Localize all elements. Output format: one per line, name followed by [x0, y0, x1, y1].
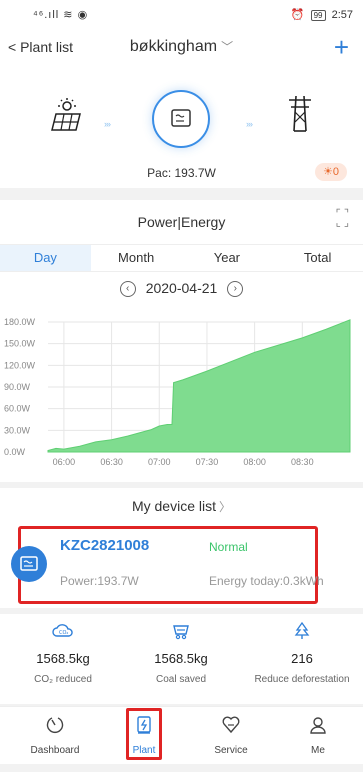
tab-dashboard[interactable]: Dashboard: [20, 715, 90, 756]
tab-me[interactable]: Me: [283, 715, 353, 756]
device-list-title[interactable]: My device list 〉: [0, 498, 363, 515]
battery-icon: 99: [310, 10, 326, 21]
energy-flow-panel: ››› ››› Pac: 193.7W ☀0: [0, 68, 363, 188]
inverter-icon: [171, 109, 191, 127]
stat-deforestation: 216 Reduce deforestation: [252, 614, 352, 685]
device-list-title-text: My device list: [131, 498, 216, 514]
flow-arrow-icon: ›››: [246, 119, 253, 129]
next-date-button[interactable]: ›: [227, 281, 244, 298]
coal-label: Coal saved: [155, 674, 207, 685]
stat-co2: CO₂ 1568.5kg CO₂ reduced: [13, 614, 113, 685]
previous-date-button[interactable]: ‹: [119, 281, 136, 298]
tab-month[interactable]: Month: [91, 245, 182, 271]
environment-stats: CO₂ 1568.5kg CO₂ reduced 1568.5kg Coal s…: [0, 614, 363, 704]
co2-cloud-icon: CO₂: [13, 622, 113, 642]
sun-alarm-icon: ☀: [323, 166, 333, 178]
y-tick-label: 90.0W: [4, 382, 31, 392]
status-bar: ⁴⁶.ıll ≋ ◉ ⏰ 99 2:57: [0, 0, 363, 28]
device-energy-today: Energy today:0.3kWh: [209, 574, 324, 588]
x-tick-label: 06:00: [53, 457, 76, 467]
device-status: Normal: [209, 540, 248, 554]
y-tick-label: 60.0W: [4, 404, 31, 414]
solar-panel-icon: [51, 98, 81, 131]
coal-value: 1568.5kg: [154, 651, 208, 666]
co2-label: CO₂ reduced: [34, 674, 92, 685]
x-tick-label: 07:00: [148, 457, 171, 467]
service-icon: [222, 716, 240, 734]
plant-tab-highlight: [126, 708, 162, 760]
x-tick-label: 08:00: [243, 457, 266, 467]
tab-total[interactable]: Total: [272, 245, 363, 271]
me-icon: [310, 717, 326, 734]
add-plant-button[interactable]: +: [334, 32, 349, 63]
tab-service[interactable]: Service: [196, 715, 266, 756]
power-energy-panel: Power|Energy ⌜ ⌝ ⌞ ⌟ Day Month Year Total…: [0, 200, 363, 482]
power-tower-icon: [289, 95, 311, 132]
clock: 2:57: [331, 9, 353, 21]
tab-dashboard-label: Dashboard: [30, 745, 80, 756]
date-selector: ‹ 2020-04-21 ›: [0, 280, 363, 298]
tab-service-label: Service: [214, 745, 248, 756]
alarm-badge[interactable]: ☀0: [315, 163, 347, 181]
navigation-bar: < Plant list bøkkingham ﹀ +: [0, 28, 363, 68]
x-tick-label: 07:30: [196, 457, 219, 467]
plant-name: bøkkingham: [129, 38, 218, 55]
y-tick-label: 120.0W: [4, 360, 36, 370]
bottom-tab-bar: Dashboard Plant Service Me: [0, 706, 363, 764]
flow-arrow-icon: ›››: [104, 119, 111, 129]
x-tick-label: 06:30: [100, 457, 123, 467]
tab-me-label: Me: [311, 745, 325, 756]
power-area-series: [47, 319, 351, 453]
dashboard-icon: [46, 717, 64, 734]
fullscreen-icon[interactable]: ⌜ ⌝ ⌞ ⌟: [336, 209, 349, 229]
x-tick-label: 08:30: [291, 457, 314, 467]
chevron-right-icon: 〉: [219, 500, 232, 514]
alarm-clock-icon: ⏰: [290, 9, 305, 21]
co2-value: 1568.5kg: [36, 651, 90, 666]
y-tick-label: 30.0W: [4, 425, 31, 435]
tree-icon: [252, 621, 352, 642]
coal-cart-icon: [131, 622, 231, 642]
selected-date[interactable]: 2020-04-21: [146, 280, 218, 296]
tab-year[interactable]: Year: [182, 245, 273, 271]
deforestation-value: 216: [291, 651, 313, 666]
chevron-down-icon: ﹀: [221, 40, 234, 54]
power-chart[interactable]: 0.0W 30.0W 60.0W 90.0W 120.0W 150.0W 180.0W 06:…: [0, 312, 363, 472]
device-power: Power:193.7W: [60, 574, 139, 588]
device-name[interactable]: KZC2821008: [60, 537, 149, 554]
signal-indicator: ⁴⁶.ıll ≋ ◉: [33, 9, 89, 21]
pac-readout: Pac: 193.7W: [147, 166, 216, 180]
alarm-count: 0: [332, 166, 339, 178]
section-title: Power|Energy: [137, 214, 226, 230]
inverter-node[interactable]: [152, 90, 210, 148]
svg-text:CO₂: CO₂: [59, 630, 68, 636]
y-tick-label: 150.0W: [4, 339, 36, 349]
device-list-panel: My device list 〉: [0, 488, 363, 608]
y-tick-label: 0.0W: [4, 447, 26, 457]
period-tabs: Day Month Year Total: [0, 244, 363, 272]
stat-coal: 1568.5kg Coal saved: [131, 614, 231, 685]
deforestation-label: Reduce deforestation: [254, 674, 350, 685]
device-icon: [11, 546, 47, 582]
tab-day[interactable]: Day: [0, 245, 91, 271]
status-right: ⏰ 99 2:57: [291, 8, 353, 21]
plant-selector[interactable]: bøkkingham ﹀: [0, 38, 363, 56]
y-tick-label: 180.0W: [4, 317, 36, 327]
